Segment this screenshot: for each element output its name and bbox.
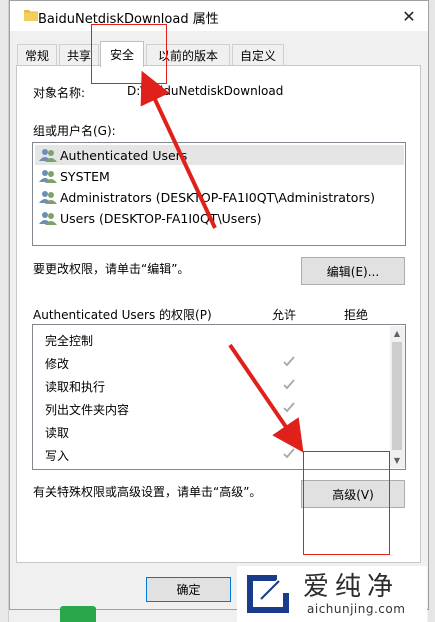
watermark: 爱纯净 aichunjing.com (237, 566, 427, 622)
users-icon (39, 170, 57, 183)
allow-check-icon (283, 448, 295, 459)
advanced-highlight-box (303, 451, 390, 555)
permission-row: 列出文件夹内容 (45, 403, 130, 417)
permission-row: 完全控制 (45, 334, 94, 348)
allow-check-icon (283, 379, 295, 390)
user-name: Authenticated Users (60, 147, 188, 163)
brand-url: aichunjing.com (307, 602, 406, 616)
edit-button[interactable]: 编辑(E)... (301, 257, 405, 285)
object-name-label: 对象名称: (33, 86, 86, 100)
taskbar-app-icon (60, 606, 96, 622)
users-icon (39, 149, 57, 162)
scroll-up-icon[interactable]: ▲ (390, 326, 404, 340)
ok-button[interactable]: 确定 (146, 577, 231, 602)
tab-general[interactable]: 常规 (17, 44, 57, 66)
list-item[interactable]: Administrators (DESKTOP-FA1I0QT\Administ… (35, 187, 375, 207)
group-or-user-label: 组或用户名(G): (33, 124, 116, 138)
change-permissions-hint: 要更改权限，请单击“编辑”。 (33, 262, 190, 276)
advanced-hint: 有关特殊权限或高级设置，请单击“高级”。 (33, 485, 262, 499)
deny-column-header: 拒绝 (344, 308, 369, 322)
background-window-edge (0, 0, 9, 622)
background-window-edge-right (428, 0, 435, 622)
list-item[interactable]: Users (DESKTOP-FA1I0QT\Users) (35, 208, 262, 228)
allow-column-header: 允许 (272, 308, 297, 322)
list-item[interactable]: SYSTEM (35, 166, 110, 186)
brand-name: 爱纯净 (303, 572, 400, 602)
users-icon (39, 212, 57, 225)
permissions-scrollbar[interactable]: ▲ ▼ (390, 326, 405, 468)
allow-check-icon (283, 356, 295, 367)
permission-row: 读取和执行 (45, 380, 106, 394)
permission-row: 写入 (45, 449, 70, 463)
users-icon (39, 191, 57, 204)
allow-check-icon (283, 425, 295, 436)
permission-row: 读取 (45, 426, 70, 440)
title-bar: BaiduNetdiskDownload 属性 ✕ (10, 1, 428, 31)
list-item[interactable]: Authenticated Users (35, 145, 404, 165)
permissions-header: Authenticated Users 的权限(P) (33, 308, 212, 322)
scroll-down-icon[interactable]: ▼ (390, 453, 404, 467)
object-name-value: D:\BaiduNetdiskDownload (127, 84, 284, 98)
user-name: SYSTEM (60, 168, 110, 184)
tab-customize[interactable]: 自定义 (232, 44, 284, 66)
permissions-list[interactable]: 完全控制 修改 读取和执行 列出文件夹内容 读取 写入 ▲ ▼ (32, 324, 406, 470)
brand-logo-icon (247, 575, 289, 613)
user-name: Users (DESKTOP-FA1I0QT\Users) (60, 210, 262, 226)
user-list[interactable]: Authenticated Users SYSTEM Administrator… (32, 142, 406, 246)
allow-check-icon (283, 402, 295, 413)
tab-security[interactable]: 安全 (100, 41, 144, 67)
close-button[interactable]: ✕ (396, 5, 422, 27)
user-name: Administrators (DESKTOP-FA1I0QT\Administ… (60, 189, 375, 205)
permission-row: 修改 (45, 357, 70, 371)
scroll-thumb[interactable] (392, 342, 402, 450)
folder-icon (24, 10, 38, 21)
